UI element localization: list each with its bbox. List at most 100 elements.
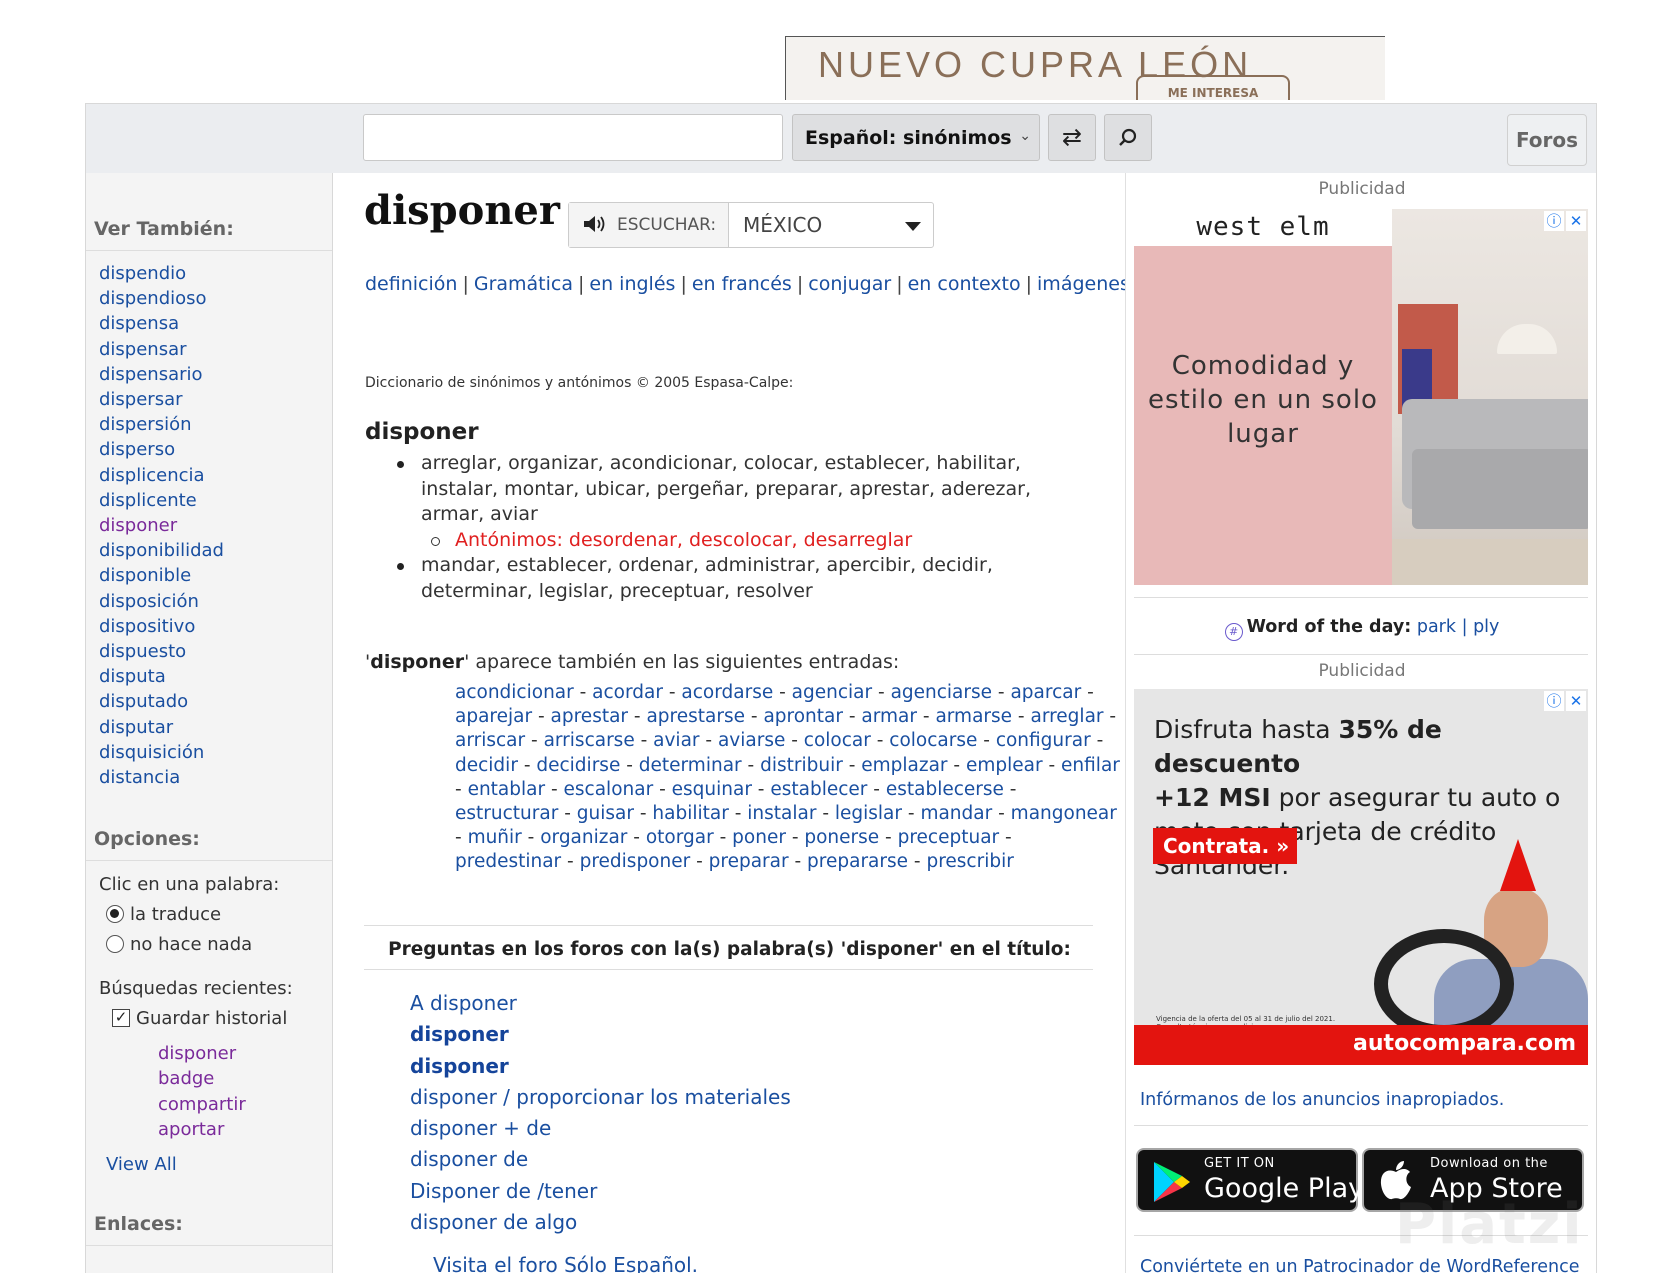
report-ads-link[interactable]: Infórmanos de los anuncios inapropiados.	[1140, 1090, 1504, 1110]
related-entry-link[interactable]: guisar	[577, 803, 634, 824]
related-entry-link[interactable]: distribuir	[760, 755, 843, 776]
recent-item[interactable]: aportar	[158, 1117, 332, 1142]
related-entry-link[interactable]: preceptuar	[898, 827, 1000, 848]
forum-thread[interactable]: A disponer	[410, 988, 791, 1019]
related-entry-link[interactable]: configurar	[996, 730, 1091, 751]
see-also-link[interactable]: dispersión	[99, 414, 192, 435]
related-entry-link[interactable]: decidirse	[536, 755, 620, 776]
related-entry-link[interactable]: preparar	[709, 851, 789, 872]
related-entry-link[interactable]: esquinar	[672, 779, 752, 800]
related-entry-link[interactable]: armarse	[935, 706, 1012, 727]
see-also-item[interactable]: dispensar	[99, 337, 332, 362]
radio-translate[interactable]: la traduce	[99, 899, 332, 929]
save-history-option[interactable]: ✓ Guardar historial	[99, 1003, 332, 1033]
see-also-item[interactable]: disposición	[99, 589, 332, 614]
forum-thread[interactable]: disponer / proporcionar los materiales	[410, 1082, 791, 1113]
see-also-link[interactable]: dispuesto	[99, 641, 186, 662]
related-entry-link[interactable]: legislar	[835, 803, 902, 824]
link-definicion[interactable]: definición	[365, 273, 457, 295]
see-also-link[interactable]: dispositivo	[99, 616, 195, 637]
ad-cta-button[interactable]: ME INTERESA	[1136, 75, 1290, 100]
related-entry-link[interactable]: aprestarse	[646, 706, 745, 727]
related-entry-link[interactable]: aparejar	[455, 706, 532, 727]
recent-link[interactable]: disponer	[158, 1043, 236, 1064]
dictionary-select[interactable]: Español: sinónimos ⌄	[792, 114, 1040, 161]
related-entry-link[interactable]: acondicionar	[455, 682, 574, 703]
see-also-item[interactable]: disputar	[99, 715, 332, 740]
see-also-item[interactable]: displicente	[99, 488, 332, 513]
see-also-item[interactable]: disponibilidad	[99, 538, 332, 563]
accent-select[interactable]: MÉXICO	[729, 203, 933, 247]
related-entry-link[interactable]: enfilar	[1061, 755, 1120, 776]
see-also-item[interactable]: disperso	[99, 437, 332, 462]
recent-item[interactable]: compartir	[158, 1092, 332, 1117]
related-entry-link[interactable]: determinar	[639, 755, 742, 776]
wotd-link-ply[interactable]: ply	[1473, 617, 1499, 637]
see-also-item[interactable]: disputado	[99, 689, 332, 714]
autocompara-ad[interactable]: Disfruta hasta 35% de descuento +12 MSI …	[1134, 689, 1588, 1065]
forum-thread-link[interactable]: disponer	[410, 1022, 509, 1046]
see-also-link[interactable]: displicencia	[99, 465, 205, 486]
related-entry-link[interactable]: arriscar	[455, 730, 525, 751]
related-entry-link[interactable]: habilitar	[652, 803, 728, 824]
google-play-badge[interactable]: GET IT ON Google Play	[1136, 1148, 1364, 1212]
link-gramatica[interactable]: Gramática	[474, 273, 573, 295]
see-also-item-current[interactable]: disponer	[99, 513, 332, 538]
related-entry-link[interactable]: muñir	[468, 827, 522, 848]
see-also-link[interactable]: displicente	[99, 490, 197, 511]
related-entry-link[interactable]: prepararse	[807, 851, 908, 872]
west-elm-ad[interactable]: west elm Comodidad y estilo en un solo l…	[1134, 209, 1588, 585]
related-entry-link[interactable]: mandar	[920, 803, 992, 824]
see-also-link[interactable]: dispendio	[99, 263, 186, 284]
see-also-item[interactable]: dispendioso	[99, 286, 332, 311]
listen-widget[interactable]: ESCUCHAR: MÉXICO	[568, 202, 934, 248]
forum-thread-link[interactable]: A disponer	[410, 991, 517, 1015]
forum-thread[interactable]: disponer + de	[410, 1113, 791, 1144]
forum-thread[interactable]: Disponer de /tener	[410, 1176, 791, 1207]
forum-thread[interactable]: disponer de algo	[410, 1207, 791, 1238]
radio-button[interactable]	[106, 935, 124, 954]
related-entry-link[interactable]: agenciarse	[891, 682, 992, 703]
see-also-link[interactable]: dispensar	[99, 339, 187, 360]
related-entry-link[interactable]: armar	[861, 706, 917, 727]
related-entry-link[interactable]: organizar	[540, 827, 627, 848]
forum-thread-link[interactable]: disponer / proporcionar los materiales	[410, 1085, 791, 1109]
swap-languages-button[interactable]: ⇄	[1048, 114, 1096, 161]
see-also-item[interactable]: disputa	[99, 664, 332, 689]
related-entry-link[interactable]: predisponer	[580, 851, 691, 872]
see-also-link[interactable]: disperso	[99, 439, 175, 460]
recent-link[interactable]: badge	[158, 1068, 214, 1089]
related-entry-link[interactable]: aprontar	[763, 706, 843, 727]
related-entry-link[interactable]: ponerse	[804, 827, 879, 848]
forum-thread-link[interactable]: disponer de	[410, 1147, 528, 1171]
see-also-item[interactable]: disponible	[99, 563, 332, 588]
forum-thread[interactable]: disponer	[410, 1019, 791, 1050]
radio-button-checked[interactable]	[106, 905, 124, 924]
related-entry-link[interactable]: colocarse	[889, 730, 977, 751]
see-also-link[interactable]: disponible	[99, 565, 191, 586]
see-also-item[interactable]: disquisición	[99, 740, 332, 765]
recent-item[interactable]: disponer	[158, 1041, 332, 1066]
save-history-checkbox[interactable]: ✓	[112, 1009, 130, 1028]
related-entry-link[interactable]: agenciar	[792, 682, 872, 703]
forum-thread[interactable]: disponer de	[410, 1144, 791, 1175]
related-entry-link[interactable]: aprestar	[551, 706, 629, 727]
see-also-item[interactable]: dispersión	[99, 412, 332, 437]
link-conjugar[interactable]: conjugar	[808, 273, 891, 295]
see-also-link[interactable]: disputado	[99, 691, 188, 712]
forum-thread[interactable]: disponer	[410, 1051, 791, 1082]
visit-forum-link[interactable]: Visita el foro Sólo Español.	[433, 1253, 698, 1273]
related-entry-link[interactable]: instalar	[747, 803, 816, 824]
related-entry-link[interactable]: poner	[732, 827, 786, 848]
related-entry-link[interactable]: establecer	[770, 779, 867, 800]
see-also-item[interactable]: dispersar	[99, 387, 332, 412]
related-entry-link[interactable]: escalonar	[564, 779, 654, 800]
see-also-link[interactable]: distancia	[99, 767, 180, 788]
sponsor-link[interactable]: Conviértete en un Patrocinador de WordRe…	[1140, 1255, 1590, 1273]
see-also-link[interactable]: dispensario	[99, 364, 203, 385]
ad-cta-button[interactable]: Contrata. »	[1153, 828, 1297, 864]
wotd-link-park[interactable]: park	[1417, 617, 1456, 637]
related-entry-link[interactable]: arreglar	[1030, 706, 1103, 727]
ad-close-icon[interactable]: ✕	[1566, 691, 1586, 711]
view-all-link[interactable]: View All	[86, 1154, 332, 1175]
